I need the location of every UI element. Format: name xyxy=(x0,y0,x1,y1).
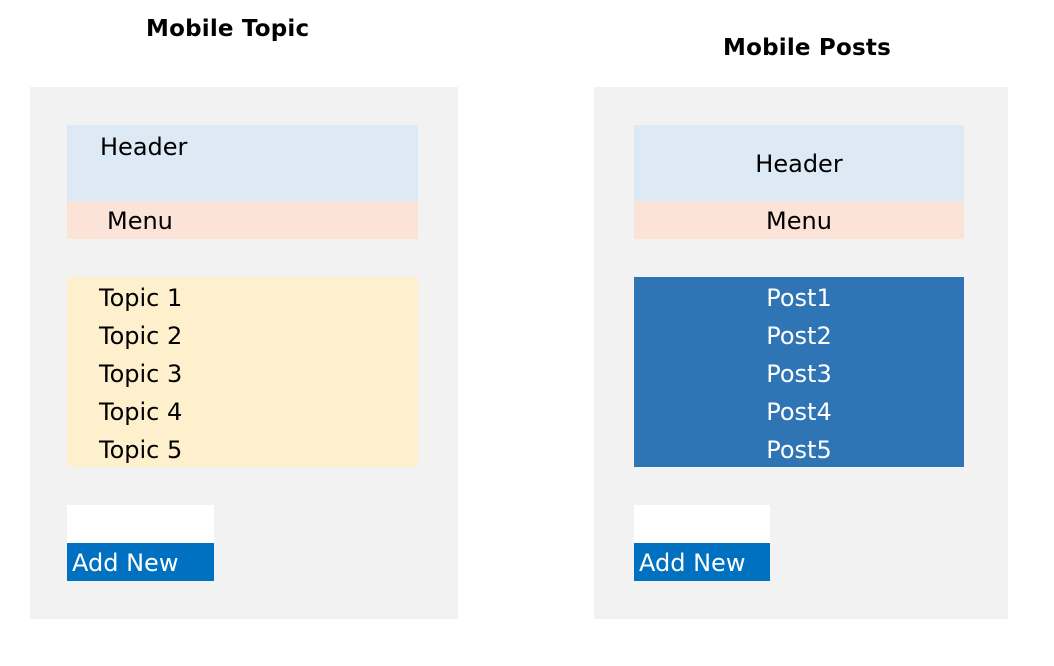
posts-menu-block[interactable]: Menu xyxy=(634,201,964,239)
topic-menu-block[interactable]: Menu xyxy=(67,201,418,239)
post-add-new-label: Add New xyxy=(639,549,746,577)
post-add-new-button[interactable]: Add New xyxy=(634,543,770,581)
topic-menu-label: Menu xyxy=(107,207,173,235)
topic-header-block: Header xyxy=(67,125,418,201)
post-item[interactable]: Post2 xyxy=(634,324,964,348)
mobile-topic-panel: Header Menu Topic 1 Topic 2 Topic 3 Topi… xyxy=(30,87,458,619)
topic-item[interactable]: Topic 4 xyxy=(99,400,182,424)
topic-item[interactable]: Topic 1 xyxy=(99,286,182,310)
mobile-posts-title: Mobile Posts xyxy=(723,35,891,61)
topic-item[interactable]: Topic 2 xyxy=(99,324,182,348)
topic-item[interactable]: Topic 3 xyxy=(99,362,182,386)
topic-add-new-label: Add New xyxy=(72,549,179,577)
posts-header-block: Header xyxy=(634,125,964,201)
topic-list: Topic 1 Topic 2 Topic 3 Topic 4 Topic 5 xyxy=(67,277,418,467)
post-item[interactable]: Post3 xyxy=(634,362,964,386)
topic-new-input[interactable] xyxy=(67,505,214,543)
post-new-input[interactable] xyxy=(634,505,770,543)
topic-item[interactable]: Topic 5 xyxy=(99,438,182,462)
post-list: Post1 Post2 Post3 Post4 Post5 xyxy=(634,277,964,467)
post-item[interactable]: Post4 xyxy=(634,400,964,424)
posts-menu-label: Menu xyxy=(766,207,832,235)
topic-header-label: Header xyxy=(100,133,188,161)
post-item[interactable]: Post1 xyxy=(634,286,964,310)
post-item[interactable]: Post5 xyxy=(634,438,964,462)
mobile-topic-title: Mobile Topic xyxy=(146,16,310,42)
posts-header-label: Header xyxy=(755,150,843,178)
mobile-posts-panel: Header Menu Post1 Post2 Post3 Post4 Post… xyxy=(594,87,1008,619)
topic-add-new-button[interactable]: Add New xyxy=(67,543,214,581)
